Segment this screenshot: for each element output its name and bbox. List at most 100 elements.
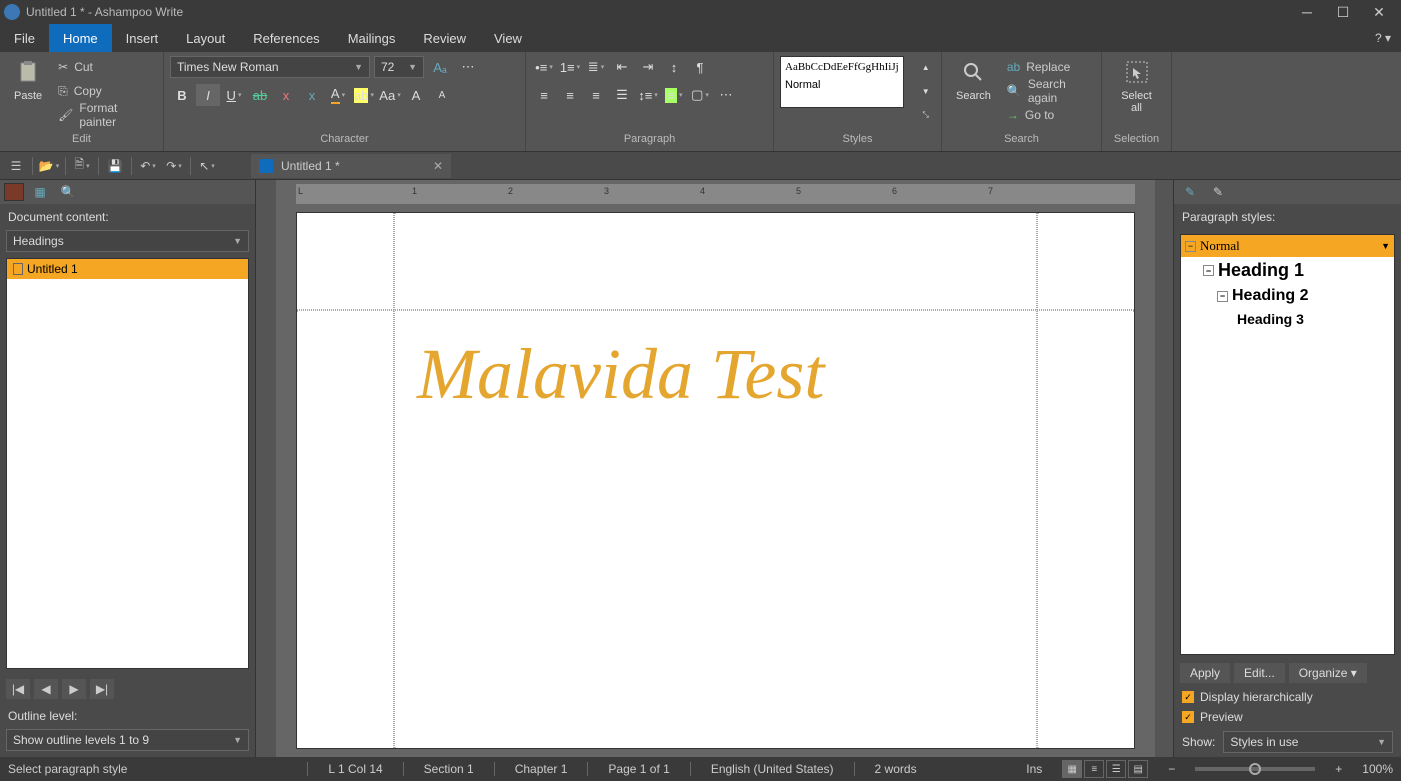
menu-file[interactable]: File: [0, 24, 49, 52]
minimize-button[interactable]: ─: [1289, 0, 1325, 24]
horizontal-ruler[interactable]: L 1 2 3 4 5 6 7: [296, 184, 1135, 204]
vertical-scrollbar[interactable]: [1155, 180, 1173, 757]
align-right-icon[interactable]: ≡: [584, 84, 608, 106]
outline-list[interactable]: Untitled 1: [6, 258, 249, 669]
align-center-icon[interactable]: ≡: [558, 84, 582, 106]
nav-last-icon[interactable]: ▶|: [90, 679, 114, 699]
menu-insert[interactable]: Insert: [112, 24, 173, 52]
shrink-font-icon[interactable]: A: [430, 84, 454, 106]
subscript-button[interactable]: x: [274, 84, 298, 106]
status-page[interactable]: Page 1 of 1: [608, 762, 669, 776]
menu-mailings[interactable]: Mailings: [334, 24, 410, 52]
organize-button[interactable]: Organize ▾: [1289, 663, 1367, 683]
style-expand-icon[interactable]: ⤡: [914, 104, 938, 126]
edit-button[interactable]: Edit...: [1234, 663, 1285, 683]
document-text[interactable]: Malavida Test: [417, 334, 824, 414]
style-up-icon[interactable]: ▲: [914, 56, 938, 78]
search-again-button[interactable]: 🔍Search again: [1003, 80, 1095, 102]
zoom-slider[interactable]: [1195, 767, 1315, 771]
doc-close-icon[interactable]: ✕: [433, 159, 443, 173]
qb-cursor-icon[interactable]: ↖▾: [195, 155, 219, 177]
status-chapter[interactable]: Chapter 1: [515, 762, 568, 776]
qb-new-icon[interactable]: 🗎▾: [70, 155, 94, 177]
vertical-ruler[interactable]: [256, 180, 276, 757]
char-options-icon[interactable]: ⋯: [456, 56, 480, 78]
char-style-icon[interactable]: ✎: [1206, 181, 1230, 203]
status-position[interactable]: L 1 Col 14: [328, 762, 382, 776]
outline-item[interactable]: Untitled 1: [7, 259, 248, 279]
underline-button[interactable]: U▾: [222, 84, 246, 106]
indent-right-icon[interactable]: ⇥: [636, 56, 660, 78]
preview-checkbox[interactable]: ✓Preview: [1174, 707, 1401, 727]
zoom-out-icon[interactable]: −: [1168, 762, 1175, 776]
qb-hamburger-icon[interactable]: ☰: [4, 155, 28, 177]
para-options-icon[interactable]: ⋯: [714, 84, 738, 106]
status-language[interactable]: English (United States): [711, 762, 834, 776]
panel-search-icon[interactable]: 🔍: [56, 181, 80, 203]
document-page[interactable]: Malavida Test: [296, 212, 1135, 749]
grow-font-icon[interactable]: A: [404, 84, 428, 106]
align-left-icon[interactable]: ≡: [532, 84, 556, 106]
close-button[interactable]: ✕: [1361, 0, 1397, 24]
view-outline-icon[interactable]: ☰: [1106, 760, 1126, 778]
line-spacing-icon[interactable]: ↕≡▾: [636, 84, 660, 106]
borders-icon[interactable]: ▢▾: [688, 84, 712, 106]
view-page-icon[interactable]: ▦: [1062, 760, 1082, 778]
copy-button[interactable]: ⎘Copy: [54, 80, 157, 102]
para-style-icon[interactable]: ✎: [1178, 181, 1202, 203]
numbering-icon[interactable]: 1≡▾: [558, 56, 582, 78]
align-justify-icon[interactable]: ☰: [610, 84, 634, 106]
style-down-icon[interactable]: ▼: [914, 80, 938, 102]
clear-format-icon[interactable]: Aₐ: [428, 56, 452, 78]
style-heading3[interactable]: Heading 3: [1181, 308, 1394, 330]
pilcrow-icon[interactable]: ¶: [688, 56, 712, 78]
status-ins[interactable]: Ins: [1026, 762, 1042, 776]
cut-button[interactable]: ✂Cut: [54, 56, 157, 78]
qb-redo-icon[interactable]: ↷▾: [162, 155, 186, 177]
qb-undo-icon[interactable]: ↶▾: [136, 155, 160, 177]
view-continuous-icon[interactable]: ≡: [1084, 760, 1104, 778]
paste-button[interactable]: Paste: [6, 56, 50, 106]
goto-button[interactable]: →Go to: [1003, 104, 1095, 126]
bullets-icon[interactable]: •≡▾: [532, 56, 556, 78]
document-tab[interactable]: Untitled 1 * ✕: [251, 154, 451, 178]
style-heading1[interactable]: −Heading 1: [1181, 257, 1394, 284]
nav-next-icon[interactable]: ▶: [62, 679, 86, 699]
style-tree[interactable]: −Normal▼ −Heading 1 −Heading 2 Heading 3: [1180, 234, 1395, 655]
indent-left-icon[interactable]: ⇤: [610, 56, 634, 78]
panel-grid-icon[interactable]: ▦: [28, 181, 52, 203]
case-button[interactable]: Aa▾: [378, 84, 402, 106]
search-button[interactable]: Search: [948, 56, 999, 106]
view-master-icon[interactable]: ▤: [1128, 760, 1148, 778]
qb-open-icon[interactable]: 📂▾: [37, 155, 61, 177]
font-color-button[interactable]: A▾: [326, 84, 350, 106]
display-hier-checkbox[interactable]: ✓Display hierarchically: [1174, 687, 1401, 707]
style-heading2[interactable]: −Heading 2: [1181, 284, 1394, 308]
nav-first-icon[interactable]: |◀: [6, 679, 30, 699]
bold-button[interactable]: B: [170, 84, 194, 106]
maximize-button[interactable]: ☐: [1325, 0, 1361, 24]
outline-level-combo[interactable]: Show outline levels 1 to 9▼: [6, 729, 249, 751]
zoom-in-icon[interactable]: +: [1335, 762, 1342, 776]
headings-filter-combo[interactable]: Headings▼: [6, 230, 249, 252]
show-combo[interactable]: Styles in use▼: [1223, 731, 1393, 753]
panel-mode-icon[interactable]: [4, 183, 24, 201]
qb-save-icon[interactable]: 💾: [103, 155, 127, 177]
help-icon[interactable]: ? ▾: [1365, 24, 1401, 52]
highlight-button[interactable]: ab▾: [352, 84, 376, 106]
menu-view[interactable]: View: [480, 24, 536, 52]
status-section[interactable]: Section 1: [424, 762, 474, 776]
format-painter-button[interactable]: 🖌Format painter: [54, 104, 157, 126]
status-words[interactable]: 2 words: [875, 762, 917, 776]
zoom-value[interactable]: 100%: [1362, 762, 1393, 776]
replace-button[interactable]: abReplace: [1003, 56, 1095, 78]
italic-button[interactable]: I: [196, 84, 220, 106]
menu-layout[interactable]: Layout: [172, 24, 239, 52]
menu-home[interactable]: Home: [49, 24, 112, 52]
superscript-button[interactable]: x: [300, 84, 324, 106]
sort-icon[interactable]: ↕: [662, 56, 686, 78]
nav-prev-icon[interactable]: ◀: [34, 679, 58, 699]
font-size-combo[interactable]: 72▼: [374, 56, 424, 78]
font-combo[interactable]: Times New Roman▼: [170, 56, 370, 78]
shading-icon[interactable]: ≡▾: [662, 84, 686, 106]
